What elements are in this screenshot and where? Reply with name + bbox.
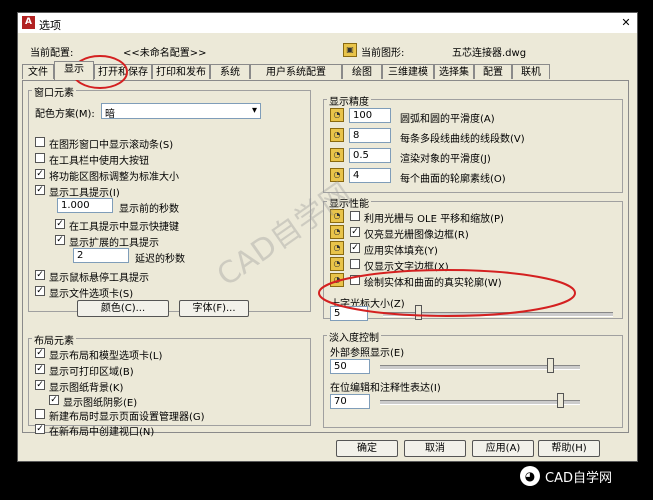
tab-display[interactable]: 显示: [54, 61, 94, 80]
corner-watermark: CAD自学网: [545, 471, 612, 486]
wechat-icon: ◕: [520, 466, 540, 486]
crosshair-highlight-oval: [318, 269, 576, 317]
annotation-overlay: [72, 55, 576, 317]
